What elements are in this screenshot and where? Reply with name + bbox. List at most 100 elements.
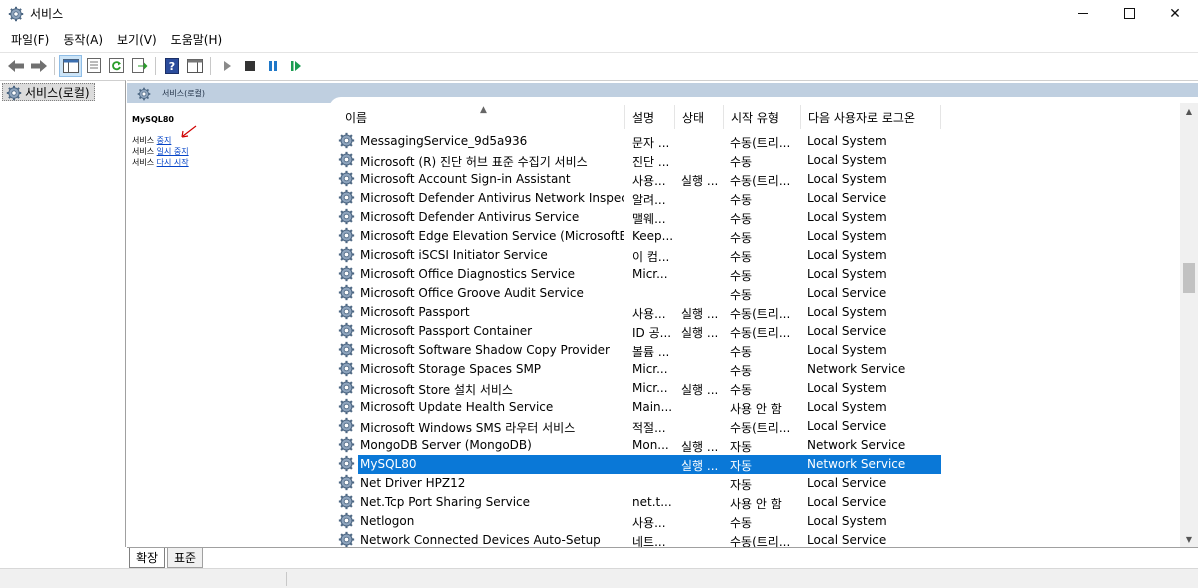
cell-startup-type: 수동(트리... xyxy=(730,326,791,340)
column-header-status[interactable]: 상태 xyxy=(675,105,724,129)
scroll-down-icon[interactable]: ▼ xyxy=(1180,531,1198,548)
back-button[interactable] xyxy=(4,55,27,77)
table-row[interactable]: Microsoft Account Sign-in Assistant 사용...… xyxy=(338,169,1142,189)
cell-log-on-as: Local Service xyxy=(807,476,887,490)
export-list-button[interactable] xyxy=(128,55,151,77)
start-service-button[interactable] xyxy=(215,55,238,77)
cell-log-on-as: Local System xyxy=(807,153,887,167)
cell-status: 실행 ... xyxy=(681,440,719,454)
cell-description: Keep... xyxy=(632,229,674,243)
sort-ascending-icon: ▲ xyxy=(480,105,487,115)
action-stop-service: 서비스 중지 xyxy=(132,136,171,146)
refresh-button[interactable] xyxy=(105,55,128,77)
table-row[interactable]: Netlogon 사용... 수동 Local System xyxy=(338,511,1142,531)
forward-button[interactable] xyxy=(27,55,50,77)
service-gear-icon xyxy=(338,169,356,188)
restart-link[interactable]: 다시 시작 xyxy=(157,158,189,167)
menu-view[interactable]: 보기(V) xyxy=(110,31,164,48)
restart-icon xyxy=(290,60,301,71)
cell-log-on-as: Local Service xyxy=(807,495,887,509)
cell-log-on-as: Local System xyxy=(807,305,887,319)
restart-service-button[interactable] xyxy=(284,55,307,77)
toolbar-separator xyxy=(54,56,55,75)
services-app-icon xyxy=(8,6,24,22)
scroll-thumb[interactable] xyxy=(1183,263,1195,293)
table-row[interactable]: Network Connected Devices Auto-Setup 네트..… xyxy=(338,530,1142,547)
service-gear-icon xyxy=(338,264,356,283)
menu-help[interactable]: 도움말(H) xyxy=(164,31,230,48)
cell-name: Microsoft Update Health Service xyxy=(360,400,554,414)
table-row[interactable]: Microsoft Edge Elevation Service (Micros… xyxy=(338,226,1142,246)
cell-startup-type: 수동 xyxy=(730,212,753,226)
column-header-log-on-as[interactable]: 다음 사용자로 로그온 xyxy=(801,105,941,129)
table-row[interactable]: Microsoft iSCSI Initiator Service 이 컴... 수… xyxy=(338,245,1142,265)
table-row[interactable]: Net Driver HPZ12 자동 Local Service xyxy=(338,473,1142,493)
service-gear-icon xyxy=(338,207,356,226)
cell-startup-type: 사용 안 함 xyxy=(730,402,782,416)
table-row[interactable]: Microsoft (R) 진단 허브 표준 수집기 서비스 진단 ... 수동 Lo… xyxy=(338,150,1142,170)
stop-icon xyxy=(244,60,255,71)
cell-log-on-as: Local System xyxy=(807,400,887,414)
cell-log-on-as: Local System xyxy=(807,210,887,224)
close-button[interactable]: ✕ xyxy=(1152,0,1198,27)
tab-extended[interactable]: 확장 xyxy=(129,548,166,568)
column-label: 설명 xyxy=(632,110,655,125)
selected-service-name: MySQL80 xyxy=(132,115,174,124)
service-rows: MessagingService_9d5a936 문자 ... 수동(트리... Lo… xyxy=(338,131,1142,547)
table-row[interactable]: MessagingService_9d5a936 문자 ... 수동(트리... Lo… xyxy=(338,131,1142,151)
cell-description: 맬웨... xyxy=(632,212,666,226)
column-header-name[interactable]: 이름 ▲ xyxy=(338,105,625,129)
cell-description: 네트... xyxy=(632,535,666,547)
table-row[interactable]: Net.Tcp Port Sharing Service net.t... 사용 안… xyxy=(338,492,1142,512)
cell-startup-type: 수동(트리... xyxy=(730,174,791,188)
service-gear-icon xyxy=(338,131,356,150)
title-bar: 서비스 ✕ xyxy=(0,0,1198,27)
status-divider xyxy=(286,572,287,586)
cell-description: 사용... xyxy=(632,307,666,321)
column-header-description[interactable]: 설명 xyxy=(625,105,675,129)
cell-description: Main... xyxy=(632,400,673,414)
table-row[interactable]: Microsoft Office Diagnostics Service Micr… xyxy=(338,264,1142,284)
cell-startup-type: 수동 xyxy=(730,269,753,283)
table-row[interactable]: Microsoft Office Groove Audit Service 수동 L… xyxy=(338,283,1142,303)
table-row[interactable]: Microsoft Passport Container ID 공... 실행 ..… xyxy=(338,321,1142,341)
help-button[interactable]: ? xyxy=(160,55,183,77)
cell-description: ID 공... xyxy=(632,326,672,340)
show-action-pane-button[interactable] xyxy=(183,55,206,77)
tree-item-services-local[interactable]: 서비스(로컬) xyxy=(2,83,95,101)
tab-standard[interactable]: 표준 xyxy=(167,548,204,568)
stop-link[interactable]: 중지 xyxy=(157,136,172,145)
cell-name: Microsoft iSCSI Initiator Service xyxy=(360,248,548,262)
menu-file[interactable]: 파일(F) xyxy=(4,31,56,48)
table-row[interactable]: Microsoft Update Health Service Main... 사용… xyxy=(338,397,1142,417)
table-row[interactable]: Microsoft Store 설치 서비스 Micr... 실행 ... 수동 Loc… xyxy=(338,378,1142,398)
table-row[interactable]: Microsoft Storage Spaces SMP Micr... 수동 Net… xyxy=(338,359,1142,379)
table-row-selected[interactable]: MySQL80 실행 ... 자동 Network Service xyxy=(338,454,1142,474)
status-bar xyxy=(0,568,1198,588)
minimize-button[interactable] xyxy=(1060,0,1106,27)
cell-status: 실행 ... xyxy=(681,383,719,397)
services-pane: 서비스(로컬) MySQL80 서비스 중지 서비스 일시 중지 서비스 다시 … xyxy=(127,80,1198,548)
column-header-startup-type[interactable]: 시작 유형 xyxy=(724,105,801,129)
table-row[interactable]: Microsoft Software Shadow Copy Provider 볼… xyxy=(338,340,1142,360)
stop-service-button[interactable] xyxy=(238,55,261,77)
show-hide-tree-button[interactable] xyxy=(59,54,82,77)
pause-link[interactable]: 일시 중지 xyxy=(157,147,189,156)
action-restart-service: 서비스 다시 시작 xyxy=(132,158,189,168)
table-row[interactable]: MongoDB Server (MongoDB) Mon... 실행 ... 자동 Ne… xyxy=(338,435,1142,455)
scroll-up-icon[interactable]: ▲ xyxy=(1180,103,1198,120)
table-row[interactable]: Microsoft Passport 사용... 실행 ... 수동(트리... Loc… xyxy=(338,302,1142,322)
table-row[interactable]: Microsoft Defender Antivirus Service 맬웨..… xyxy=(338,207,1142,227)
menu-action[interactable]: 동작(A) xyxy=(56,31,110,48)
cell-description: 적절... xyxy=(632,421,666,435)
service-gear-icon xyxy=(338,302,356,321)
table-row[interactable]: Microsoft Windows SMS 라우터 서비스 적절... 수동(트리.… xyxy=(338,416,1142,436)
cell-description: Micr... xyxy=(632,267,668,281)
table-row[interactable]: Microsoft Defender Antivirus Network Ins… xyxy=(338,188,1142,208)
vertical-scrollbar[interactable]: ▲ ▼ xyxy=(1180,103,1198,548)
cell-log-on-as: Local Service xyxy=(807,324,887,338)
cell-log-on-as: Local Service xyxy=(807,286,887,300)
maximize-button[interactable] xyxy=(1106,0,1152,27)
properties-button[interactable] xyxy=(82,55,105,77)
pause-service-button[interactable] xyxy=(261,55,284,77)
